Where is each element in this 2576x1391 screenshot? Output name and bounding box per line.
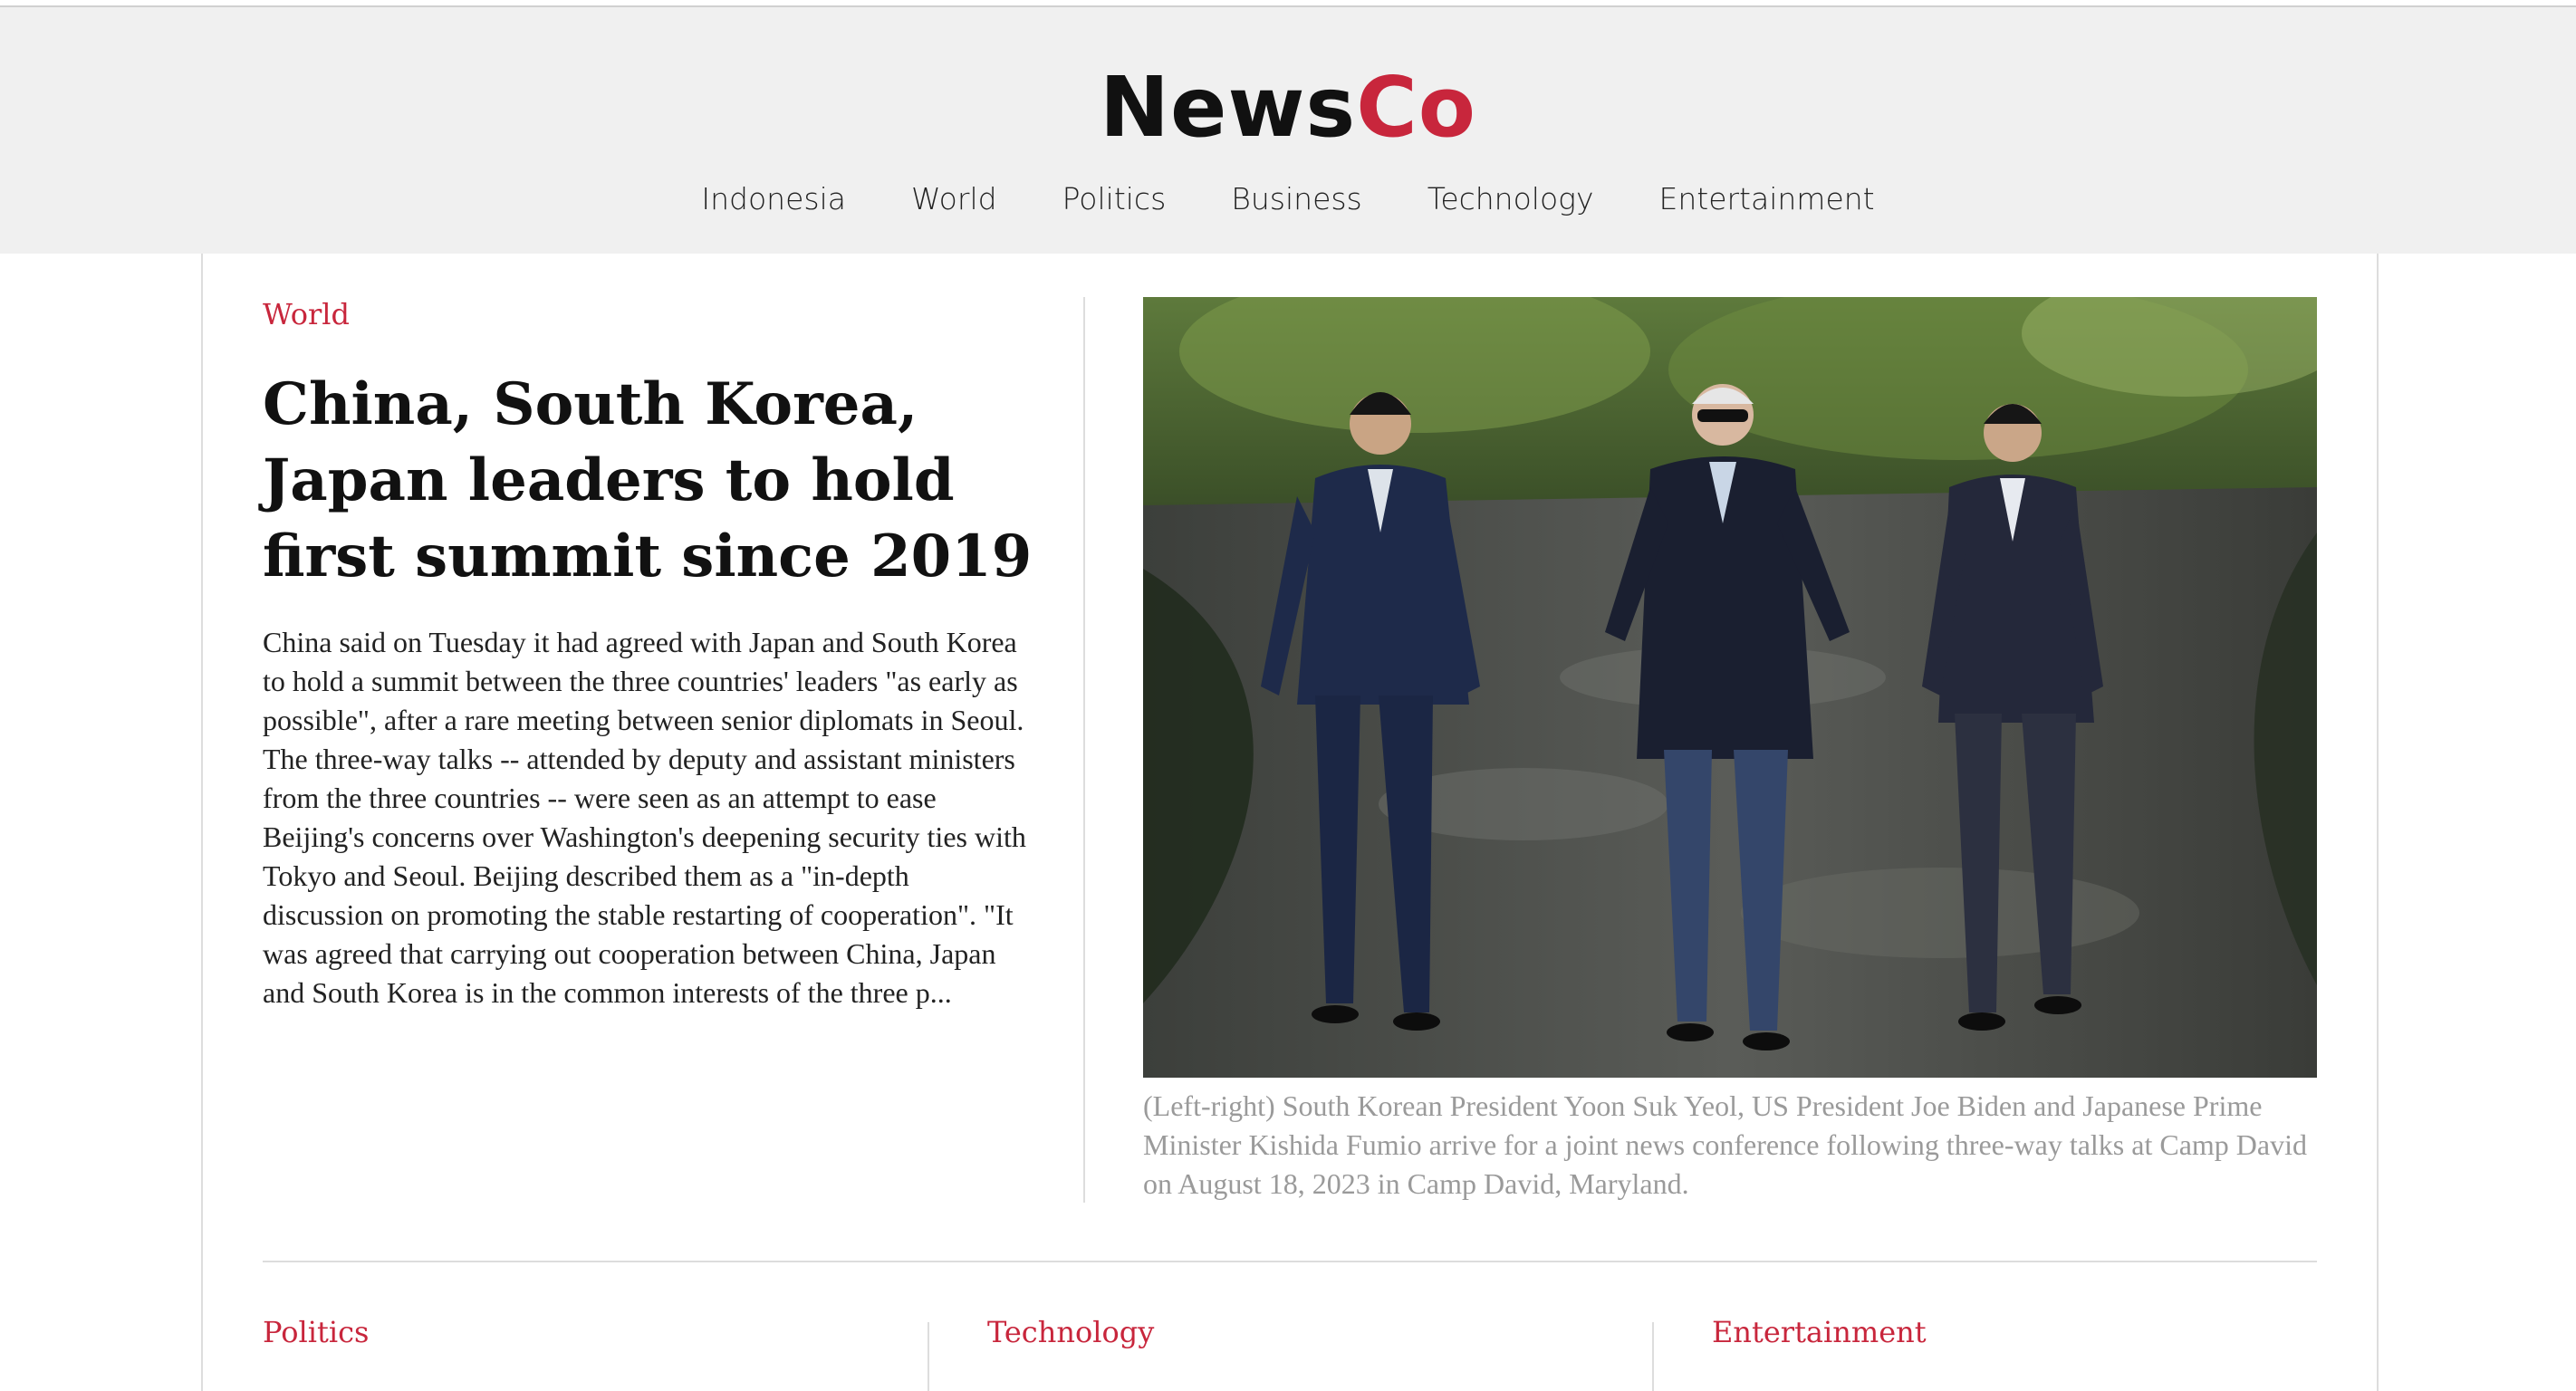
nav-item-politics[interactable]: Politics xyxy=(1062,181,1167,216)
section-technology-title[interactable]: Technology xyxy=(987,1315,1154,1349)
featured-category[interactable]: World xyxy=(263,297,350,331)
section-divider-2 xyxy=(1652,1322,1654,1391)
nav-item-technology[interactable]: Technology xyxy=(1427,181,1594,216)
section-politics-title[interactable]: Politics xyxy=(263,1315,369,1349)
logo-part-news: News xyxy=(1100,59,1357,156)
featured-headline[interactable]: China, South Korea, Japan leaders to hol… xyxy=(263,367,1033,595)
featured-excerpt: China said on Tuesday it had agreed with… xyxy=(263,626,1026,1009)
section-divider-1 xyxy=(928,1322,929,1391)
top-border xyxy=(0,0,2576,7)
main-nav: Indonesia World Politics Business Techno… xyxy=(0,181,2576,216)
column-divider xyxy=(1083,297,1085,1203)
nav-item-world[interactable]: World xyxy=(911,181,997,216)
logo-part-co: Co xyxy=(1356,59,1476,156)
section-entertainment-title[interactable]: Entertainment xyxy=(1712,1315,1927,1349)
nav-item-business[interactable]: Business xyxy=(1231,181,1362,216)
photo-leaders-walking xyxy=(1143,297,2317,1078)
section-divider xyxy=(263,1261,2317,1262)
nav-item-indonesia[interactable]: Indonesia xyxy=(701,181,846,216)
site-logo[interactable]: NewsCo xyxy=(0,58,2576,158)
site-header: NewsCo Indonesia World Politics Business… xyxy=(0,7,2576,254)
photo-caption: (Left-right) South Korean President Yoon… xyxy=(1143,1089,2307,1200)
nav-item-entertainment[interactable]: Entertainment xyxy=(1658,181,1874,216)
featured-photo[interactable] xyxy=(1143,297,2317,1078)
main-content: World China, South Korea, Japan leaders … xyxy=(201,254,2379,1391)
